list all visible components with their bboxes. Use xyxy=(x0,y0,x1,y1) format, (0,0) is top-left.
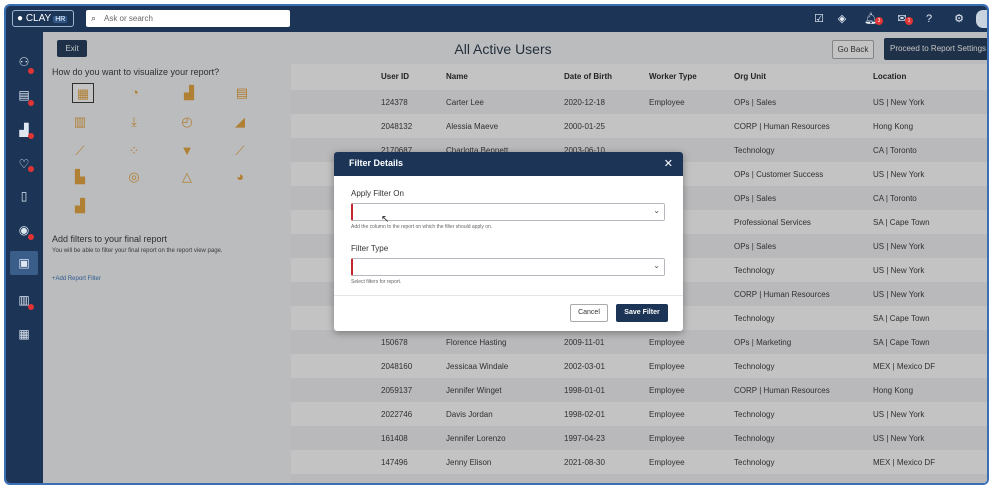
gear-icon[interactable]: ⚙ xyxy=(951,11,967,27)
alert-dot xyxy=(28,68,34,74)
filter-details-modal: Filter Details ✕ Apply Filter On ⌄ Add t… xyxy=(334,152,683,331)
message-badge: 1 xyxy=(905,17,913,25)
apply-filter-on-help: Add the column to the report on which th… xyxy=(351,224,493,230)
calendar-check-icon[interactable]: ☑ xyxy=(811,11,827,27)
close-icon[interactable]: ✕ xyxy=(664,157,673,170)
logo-mark-icon: ● xyxy=(17,13,24,24)
mouse-cursor-icon: ↖ xyxy=(381,214,390,225)
apply-filter-on-select[interactable]: ⌄ xyxy=(351,203,665,221)
brand-name: CLAY xyxy=(25,13,52,24)
alert-dot xyxy=(28,304,34,310)
top-bar: ● CLAY HR ⌕ Ask or search ☑ ◈ 🔔︎ 3 ✉ 1 ? … xyxy=(6,6,987,32)
search-icon: ⌕ xyxy=(91,13,97,23)
clayhr-logo[interactable]: ● CLAY HR xyxy=(12,10,74,27)
search-placeholder: Ask or search xyxy=(104,14,153,23)
layers-icon[interactable]: ◈ xyxy=(834,11,850,27)
app-window: ● CLAY HR ⌕ Ask or search ☑ ◈ 🔔︎ 3 ✉ 1 ? … xyxy=(4,4,989,485)
alert-dot xyxy=(28,234,34,240)
alert-dot xyxy=(28,166,34,172)
analytics-icon[interactable]: ▣ xyxy=(10,251,38,275)
sidebar: ⚇ ▤ ▟ ♡ ▯ ◉ ▣ ▥ ▦ xyxy=(6,32,43,483)
document-icon[interactable]: ▯ xyxy=(14,186,34,206)
notification-badge: 3 xyxy=(875,17,883,25)
modal-title: Filter Details xyxy=(349,158,404,168)
apply-filter-on-label: Apply Filter On xyxy=(351,189,404,198)
filter-type-label: Filter Type xyxy=(351,244,389,253)
save-filter-button[interactable]: Save Filter xyxy=(616,304,668,322)
help-icon[interactable]: ? xyxy=(921,11,937,27)
modal-header: Filter Details ✕ xyxy=(334,152,683,176)
avatar[interactable] xyxy=(976,10,987,28)
clipboard-icon[interactable]: ▦ xyxy=(14,324,34,344)
alert-dot xyxy=(28,133,34,139)
modal-divider xyxy=(334,295,683,296)
filter-type-select[interactable]: ⌄ xyxy=(351,258,665,276)
search-input[interactable]: ⌕ Ask or search xyxy=(86,10,290,27)
chevron-down-icon: ⌄ xyxy=(653,206,660,215)
cancel-button[interactable]: Cancel xyxy=(570,304,608,322)
brand-suffix: HR xyxy=(53,16,68,23)
alert-dot xyxy=(28,100,34,106)
chevron-down-icon: ⌄ xyxy=(653,261,660,270)
filter-type-help: Select filters for report. xyxy=(351,279,402,285)
